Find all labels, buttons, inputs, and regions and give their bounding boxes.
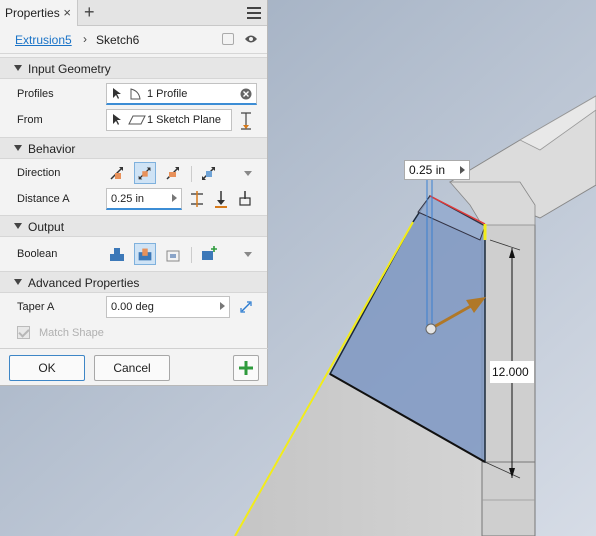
from-label: From	[17, 114, 43, 126]
section-output[interactable]: Output	[0, 215, 267, 237]
taper-a-row: Taper A 0.00 deg	[0, 294, 267, 320]
profiles-selector[interactable]: 1 Profile	[106, 83, 257, 105]
height-dimension-label[interactable]: 12.000	[490, 361, 534, 383]
divider	[191, 247, 192, 263]
breadcrumb-sketch[interactable]: Sketch6	[96, 33, 139, 47]
boolean-dropdown-icon[interactable]	[244, 252, 252, 257]
divider	[191, 166, 192, 182]
direction-label: Direction	[17, 167, 61, 179]
from-value: 1 Sketch Plane	[147, 114, 221, 126]
panel-footer: OK Cancel	[0, 348, 268, 386]
section-behavior[interactable]: Behavior	[0, 137, 267, 159]
arrow-origin-handle[interactable]	[425, 323, 437, 335]
clear-selection-icon[interactable]	[240, 88, 252, 100]
through-all-icon[interactable]	[234, 188, 256, 210]
add-tab-icon[interactable]: +	[84, 2, 95, 23]
panel-menu-icon[interactable]	[247, 7, 261, 19]
collapse-triangle-icon[interactable]	[14, 145, 22, 151]
new-solid-icon[interactable]	[198, 243, 220, 265]
collapse-triangle-icon[interactable]	[14, 223, 22, 229]
breadcrumb-feature-link[interactable]: Extrusion5	[15, 33, 72, 47]
section-input-geometry-label: Input Geometry	[28, 62, 111, 76]
match-shape-label: Match Shape	[39, 327, 104, 339]
breadcrumb: Extrusion5 › Sketch6	[0, 26, 267, 54]
boolean-label: Boolean	[17, 248, 58, 260]
direction-default-icon[interactable]	[106, 162, 128, 184]
profiles-value: 1 Profile	[147, 88, 188, 100]
section-advanced-label: Advanced Properties	[28, 276, 140, 290]
from-selector[interactable]: 1 Sketch Plane	[106, 109, 232, 131]
plane-select-icon	[113, 114, 146, 125]
select-cursor-icon	[113, 88, 141, 100]
apply-plus-button[interactable]	[233, 355, 259, 381]
section-input-geometry[interactable]: Input Geometry	[0, 57, 267, 79]
taper-a-input[interactable]: 0.00 deg	[106, 296, 230, 318]
direction-flipped-icon[interactable]	[134, 162, 156, 184]
from-row: From 1 Sketch Plane	[0, 107, 267, 133]
distance-a-label: Distance A	[17, 193, 70, 205]
intersect-icon[interactable]	[162, 243, 184, 265]
distance-flyout-arrow-icon[interactable]	[172, 194, 177, 202]
to-next-icon[interactable]	[210, 188, 232, 210]
extents-icon[interactable]	[240, 112, 252, 130]
dimension-flyout-arrow-icon[interactable]	[460, 166, 465, 174]
taper-a-value: 0.00 deg	[111, 301, 154, 313]
section-advanced-properties[interactable]: Advanced Properties	[0, 271, 267, 293]
distance-mode-icon[interactable]	[186, 188, 208, 210]
taper-a-label: Taper A	[17, 301, 55, 313]
boolean-row: Boolean	[0, 241, 267, 267]
direction-dropdown-icon[interactable]	[244, 171, 252, 176]
ok-button[interactable]: OK	[9, 355, 85, 381]
collapse-triangle-icon[interactable]	[14, 279, 22, 285]
match-shape-checkbox[interactable]	[17, 326, 30, 339]
breadcrumb-separator: ›	[83, 32, 87, 46]
join-icon[interactable]	[106, 243, 128, 265]
copy-icon[interactable]	[222, 33, 234, 45]
taper-flyout-arrow-icon[interactable]	[220, 302, 225, 310]
direction-asymmetric-icon[interactable]	[198, 162, 220, 184]
tab-close-icon[interactable]: ×	[63, 5, 71, 20]
cut-icon[interactable]	[134, 243, 156, 265]
profiles-label: Profiles	[17, 88, 54, 100]
section-output-label: Output	[28, 220, 65, 234]
cancel-button[interactable]: Cancel	[94, 355, 170, 381]
distance-a-input[interactable]: 0.25 in	[106, 188, 182, 210]
plus-icon	[239, 361, 253, 375]
section-behavior-label: Behavior	[28, 142, 76, 156]
tab-properties-label: Properties	[5, 6, 60, 20]
match-shape-row: Match Shape	[0, 320, 267, 346]
distance-a-row: Distance A 0.25 in	[0, 186, 267, 212]
direction-row: Direction	[0, 160, 267, 186]
direction-symmetric-icon[interactable]	[162, 162, 184, 184]
panel-tabbar: Properties × +	[0, 0, 267, 26]
distance-dimension-value: 0.25 in	[409, 163, 446, 177]
distance-a-value: 0.25 in	[111, 193, 145, 205]
profiles-row: Profiles 1 Profile	[0, 81, 267, 107]
distance-dimension-input[interactable]: 0.25 in	[404, 160, 470, 180]
visibility-eye-icon[interactable]	[244, 34, 258, 44]
properties-panel: Properties × + Extrusion5 › Sketch6 Inpu…	[0, 0, 268, 386]
collapse-triangle-icon[interactable]	[14, 65, 22, 71]
tab-properties[interactable]: Properties ×	[0, 0, 78, 26]
flip-taper-icon[interactable]	[239, 300, 253, 314]
